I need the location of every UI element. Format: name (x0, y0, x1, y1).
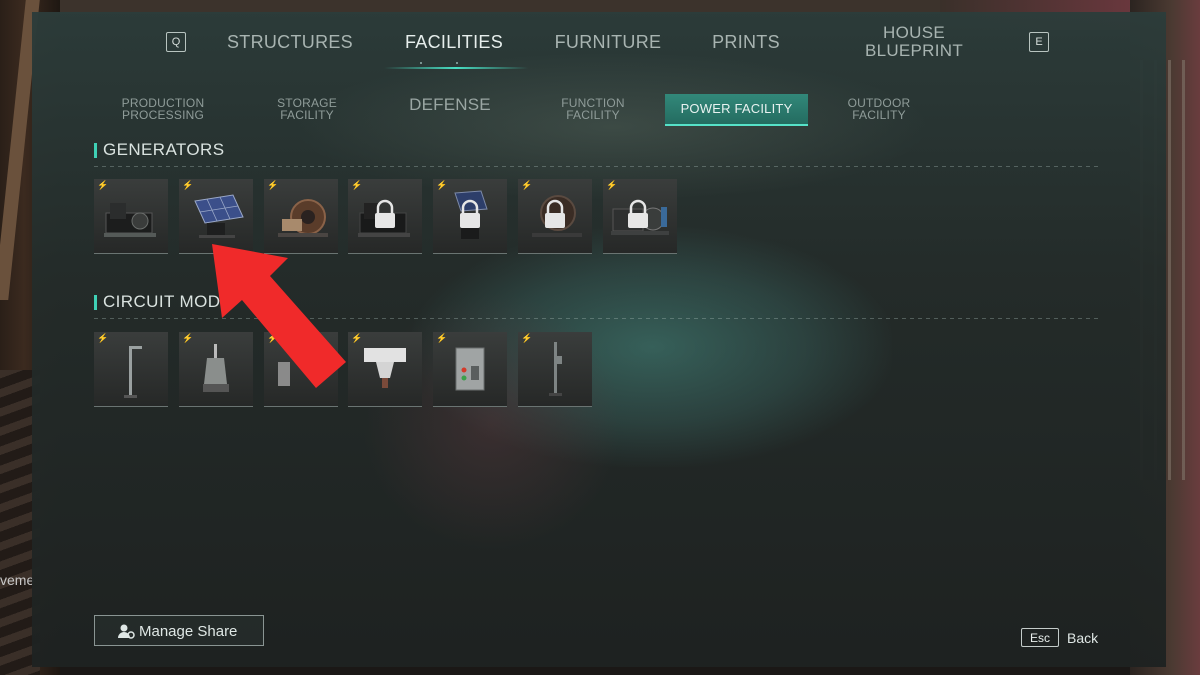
generator-slot-locked[interactable]: ⚡ (348, 179, 422, 254)
subtab-label-line: FACILITY (852, 108, 906, 122)
generator-slot[interactable]: ⚡ (94, 179, 168, 254)
section-title-generators: GENERATORS (103, 140, 225, 159)
tab-structures[interactable]: STRUCTURES (222, 32, 358, 53)
tab-furniture[interactable]: FURNITURE (548, 32, 668, 53)
hud-edge-text: veme (0, 572, 35, 588)
subtab-function-facility[interactable]: FUNCTION FACILITY (544, 97, 642, 121)
subtab-outdoor-facility[interactable]: OUTDOOR FACILITY (830, 97, 928, 121)
lock-icon (375, 199, 395, 228)
generator-engine-icon (104, 203, 156, 237)
generator-slot-locked[interactable]: ⚡ (518, 179, 592, 254)
lock-icon (628, 199, 648, 228)
manage-share-label: Manage Share (139, 623, 238, 640)
user-gear-icon (118, 624, 135, 639)
generator-slot-locked[interactable]: ⚡ (433, 179, 507, 254)
tab-house-blueprint[interactable]: HOUSE BLUEPRINT (848, 24, 980, 60)
active-tab-underline (384, 67, 528, 69)
subtab-defense[interactable]: DEFENSE (394, 96, 506, 113)
ceramic-insulator-icon (364, 348, 406, 388)
next-tab-key[interactable]: E (1029, 32, 1049, 52)
lock-icon (460, 199, 480, 228)
manage-share-button[interactable]: Manage Share (94, 615, 264, 646)
subtab-storage-facility[interactable]: STORAGE FACILITY (256, 97, 358, 121)
esc-key[interactable]: Esc (1021, 628, 1059, 647)
circuit-slot[interactable]: ⚡ (94, 332, 168, 407)
generator-slot-locked[interactable]: ⚡ (603, 179, 677, 254)
signal-pole-icon (549, 342, 562, 396)
circuit-slot[interactable]: ⚡ (433, 332, 507, 407)
tab-label-line: BLUEPRINT (864, 41, 964, 60)
section-marker (94, 295, 97, 310)
subtab-label-line: PROCESSING (121, 108, 204, 122)
annotation-arrow (212, 244, 346, 388)
subtab-label-line: FACILITY (280, 108, 334, 122)
subtab-power-facility[interactable]: POWER FACILITY (665, 94, 808, 126)
street-lamp-icon (124, 346, 142, 398)
section-marker (94, 143, 97, 158)
tab-label-line: HOUSE (883, 23, 945, 42)
back-button[interactable]: Back (1067, 630, 1098, 646)
tab-prints[interactable]: PRINTS (698, 32, 794, 53)
prev-tab-key[interactable]: Q (166, 32, 186, 52)
tab-facilities[interactable]: FACILITIES (394, 32, 514, 53)
circuit-slot[interactable]: ⚡ (518, 332, 592, 407)
active-tab-indicator-dots (420, 62, 492, 64)
blurred-backdrop (362, 292, 622, 552)
subtab-label-line: FACILITY (566, 108, 620, 122)
circuit-slot[interactable]: ⚡ (348, 332, 422, 407)
section-divider (94, 166, 1100, 167)
subtab-production-processing[interactable]: PRODUCTION PROCESSING (108, 97, 218, 121)
lock-icon (545, 199, 565, 228)
electrical-box-icon (455, 347, 485, 391)
